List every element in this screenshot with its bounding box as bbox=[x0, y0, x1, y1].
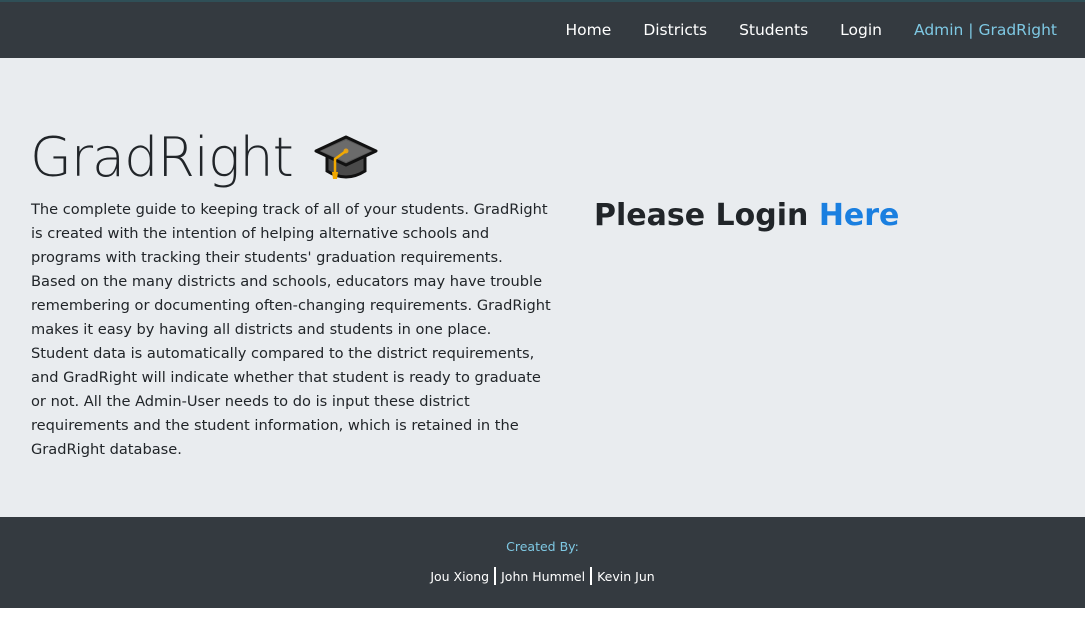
nav-links: Home Districts Students Login Admin | Gr… bbox=[550, 2, 1085, 58]
author-name: John Hummel bbox=[501, 568, 586, 584]
top-navbar: Home Districts Students Login Admin | Gr… bbox=[0, 0, 1085, 58]
credits-divider bbox=[494, 567, 497, 585]
login-prompt: Please Login Here bbox=[594, 198, 899, 233]
author-name: Jou Xiong bbox=[430, 568, 490, 584]
nav-home-link[interactable]: Home bbox=[550, 21, 628, 39]
nav-brand-link[interactable]: Admin | GradRight bbox=[898, 21, 1085, 39]
footer-credits: Jou Xiong John Hummel Kevin Jun bbox=[0, 567, 1085, 585]
footer-created-by-label: Created By: bbox=[506, 539, 579, 554]
credits-divider bbox=[590, 567, 593, 585]
page-title: GradRight bbox=[30, 126, 294, 189]
hero-description: The complete guide to keeping track of a… bbox=[31, 201, 551, 458]
login-here-link[interactable]: Here bbox=[819, 198, 900, 233]
nav-students-link[interactable]: Students bbox=[723, 21, 824, 39]
hero-title-row: GradRight bbox=[30, 126, 379, 190]
nav-districts-link[interactable]: Districts bbox=[627, 21, 723, 39]
page-footer: Created By: Jou Xiong John Hummel Kevin … bbox=[0, 517, 1085, 608]
graduation-cap-icon bbox=[314, 135, 378, 179]
nav-login-link[interactable]: Login bbox=[824, 21, 898, 39]
login-prompt-text: Please Login bbox=[594, 198, 809, 233]
hero-section: GradRight The complete guide to keeping … bbox=[0, 58, 1085, 517]
author-name: Kevin Jun bbox=[597, 568, 655, 584]
